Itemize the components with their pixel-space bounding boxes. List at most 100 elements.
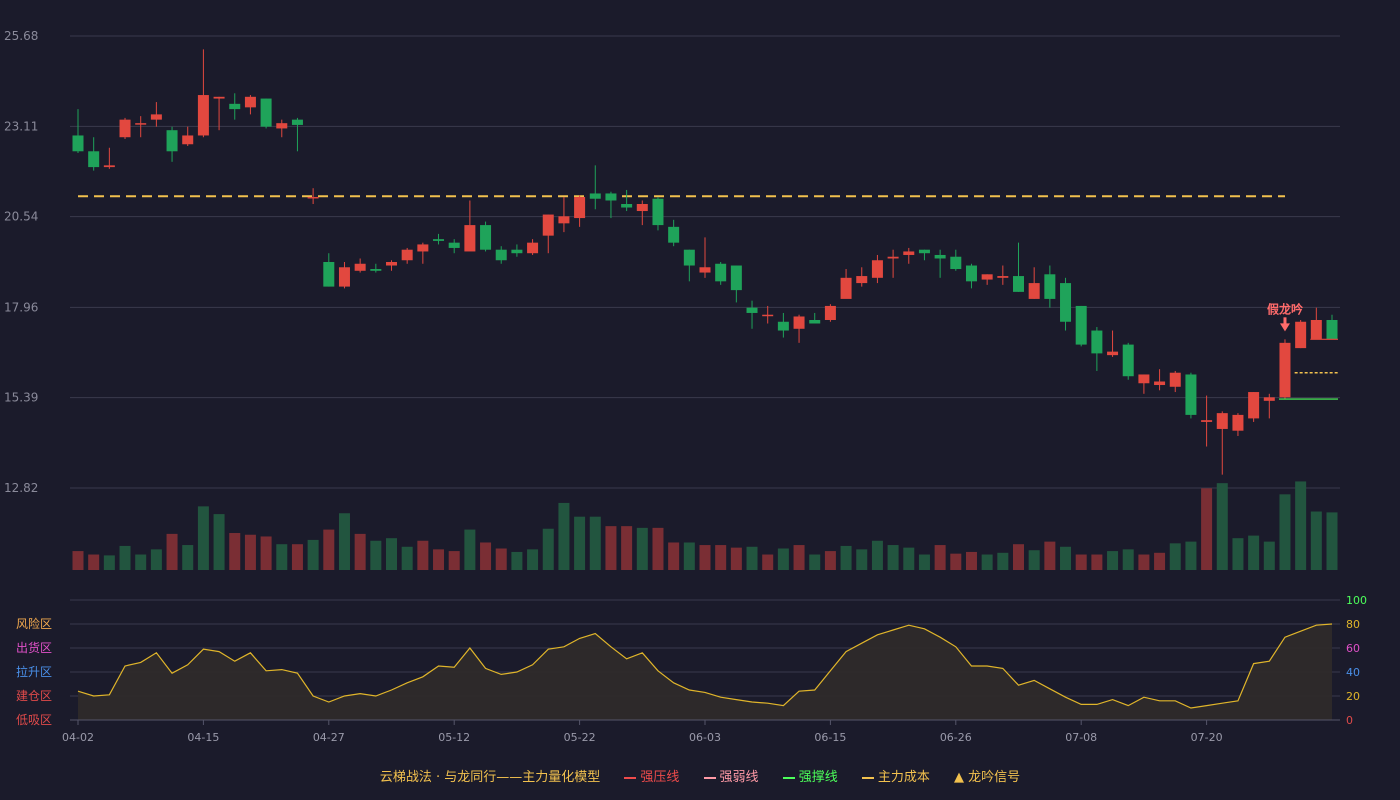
candle-body bbox=[229, 103, 241, 110]
candle-body bbox=[542, 214, 554, 236]
volume-bar bbox=[699, 545, 711, 570]
zone-label: 低吸区 bbox=[16, 713, 52, 727]
legend-strong-support: 强撑线 bbox=[782, 770, 838, 785]
volume-bar bbox=[119, 545, 131, 570]
candle-body bbox=[464, 225, 476, 252]
volume-bar bbox=[793, 545, 805, 570]
candle-body bbox=[307, 196, 319, 199]
volume-bar bbox=[1154, 552, 1166, 570]
candle-body bbox=[480, 225, 492, 250]
candle-body bbox=[338, 267, 350, 287]
volume-bar bbox=[229, 533, 241, 570]
volume-bar bbox=[401, 546, 413, 570]
volume-bar bbox=[809, 554, 821, 570]
legend-strong-support-label: 强撑线 bbox=[798, 770, 838, 785]
candle-body bbox=[777, 321, 789, 331]
volume-bar bbox=[574, 516, 586, 570]
volume-bar bbox=[1013, 544, 1024, 570]
candle-body bbox=[887, 256, 899, 259]
legend-dashed-yellow-marker bbox=[861, 776, 874, 779]
volume-bar bbox=[1279, 494, 1291, 570]
candle-body bbox=[291, 119, 303, 125]
candle-body bbox=[950, 256, 962, 270]
candle-body bbox=[386, 262, 397, 266]
volume-bar bbox=[338, 513, 350, 570]
volume-bar bbox=[1248, 535, 1260, 570]
volume-bar bbox=[433, 549, 445, 570]
volume-bar bbox=[417, 540, 429, 570]
candle-body bbox=[715, 263, 727, 282]
candle-body bbox=[527, 242, 539, 254]
candle-body bbox=[903, 251, 915, 255]
volume-bar bbox=[542, 528, 554, 570]
candle-body bbox=[150, 114, 162, 120]
volume-bar bbox=[746, 546, 758, 570]
candle-body bbox=[401, 249, 413, 261]
candlestick-chart: 12.82 15.39 17.96 20.54 23.11 25.68 0 20 40 60 80 1… bbox=[4, 29, 1367, 744]
legend-solid-red-marker bbox=[624, 776, 637, 779]
volume-bar bbox=[1185, 541, 1197, 570]
candle-body bbox=[197, 95, 209, 136]
legend-strength-label: 强弱线 bbox=[719, 770, 759, 785]
candle-body bbox=[981, 274, 993, 280]
candle-body bbox=[448, 242, 460, 248]
legend-main-cost: 主力成本 bbox=[861, 770, 930, 785]
volume-bar bbox=[197, 506, 209, 570]
candle-body bbox=[1279, 342, 1291, 398]
zone-label: 出货区 bbox=[16, 640, 52, 655]
candle-body bbox=[840, 277, 852, 299]
indicator-tick-label: 20 bbox=[1346, 690, 1360, 703]
candle-body bbox=[589, 193, 601, 199]
candle-body bbox=[119, 119, 131, 138]
volume-bar bbox=[981, 554, 993, 570]
volume-bar bbox=[668, 542, 680, 570]
candle-body bbox=[182, 135, 194, 145]
volume-bar bbox=[777, 548, 789, 570]
volume-bar bbox=[558, 502, 570, 570]
volume-bar bbox=[1138, 554, 1150, 570]
volume-bar bbox=[997, 552, 1009, 570]
volume-bar bbox=[871, 540, 883, 570]
indicator-tick-label: 100 bbox=[1346, 594, 1367, 607]
volume-bar bbox=[965, 551, 977, 570]
volume-bar bbox=[1310, 511, 1322, 570]
volume-bar bbox=[307, 539, 319, 570]
candle-body bbox=[166, 130, 178, 152]
volume-bar bbox=[386, 538, 397, 570]
volume-bar bbox=[840, 545, 852, 570]
volume-bar bbox=[856, 549, 868, 570]
volume-bar bbox=[166, 533, 178, 570]
legend-main-cost-label: 主力成本 bbox=[877, 770, 930, 785]
volume-bar bbox=[370, 540, 382, 570]
x-tick-label: 06-15 bbox=[814, 731, 846, 744]
signal-arrow-icon bbox=[1279, 323, 1290, 332]
candle-body bbox=[1216, 413, 1228, 429]
volume-bar bbox=[1044, 541, 1056, 570]
candle-body bbox=[621, 204, 633, 208]
candle-body bbox=[417, 244, 429, 252]
signal-arrow-stem bbox=[1283, 317, 1287, 325]
volume-bar bbox=[72, 551, 84, 570]
volume-bar bbox=[1326, 512, 1338, 570]
volume-bar bbox=[1122, 549, 1134, 570]
candle-body bbox=[1310, 319, 1322, 340]
candle-body bbox=[511, 249, 523, 254]
volume-bar bbox=[511, 551, 523, 570]
candle-body bbox=[1091, 330, 1103, 354]
volume-bar bbox=[448, 551, 460, 570]
candle-body bbox=[244, 96, 256, 108]
candle-body bbox=[323, 262, 335, 287]
volume-bar bbox=[464, 529, 476, 570]
legend-signal: ▲ 龙吟信号 bbox=[954, 770, 1020, 785]
volume-bar bbox=[887, 545, 899, 570]
volume-bar bbox=[527, 549, 539, 570]
indicator-tick-label: 40 bbox=[1346, 666, 1360, 679]
zone-label: 风险区 bbox=[16, 616, 52, 631]
volume-bar bbox=[918, 554, 930, 570]
legend-strong-pressure: 强压线 bbox=[624, 770, 679, 785]
candle-body bbox=[103, 165, 115, 168]
volume-bar bbox=[1169, 543, 1181, 570]
candle-body bbox=[1248, 392, 1260, 419]
chart-container: 12.82 15.39 17.96 20.54 23.11 25.68 0 20 40 60 80 1… bbox=[0, 0, 1400, 800]
volume-bar bbox=[1028, 550, 1040, 570]
